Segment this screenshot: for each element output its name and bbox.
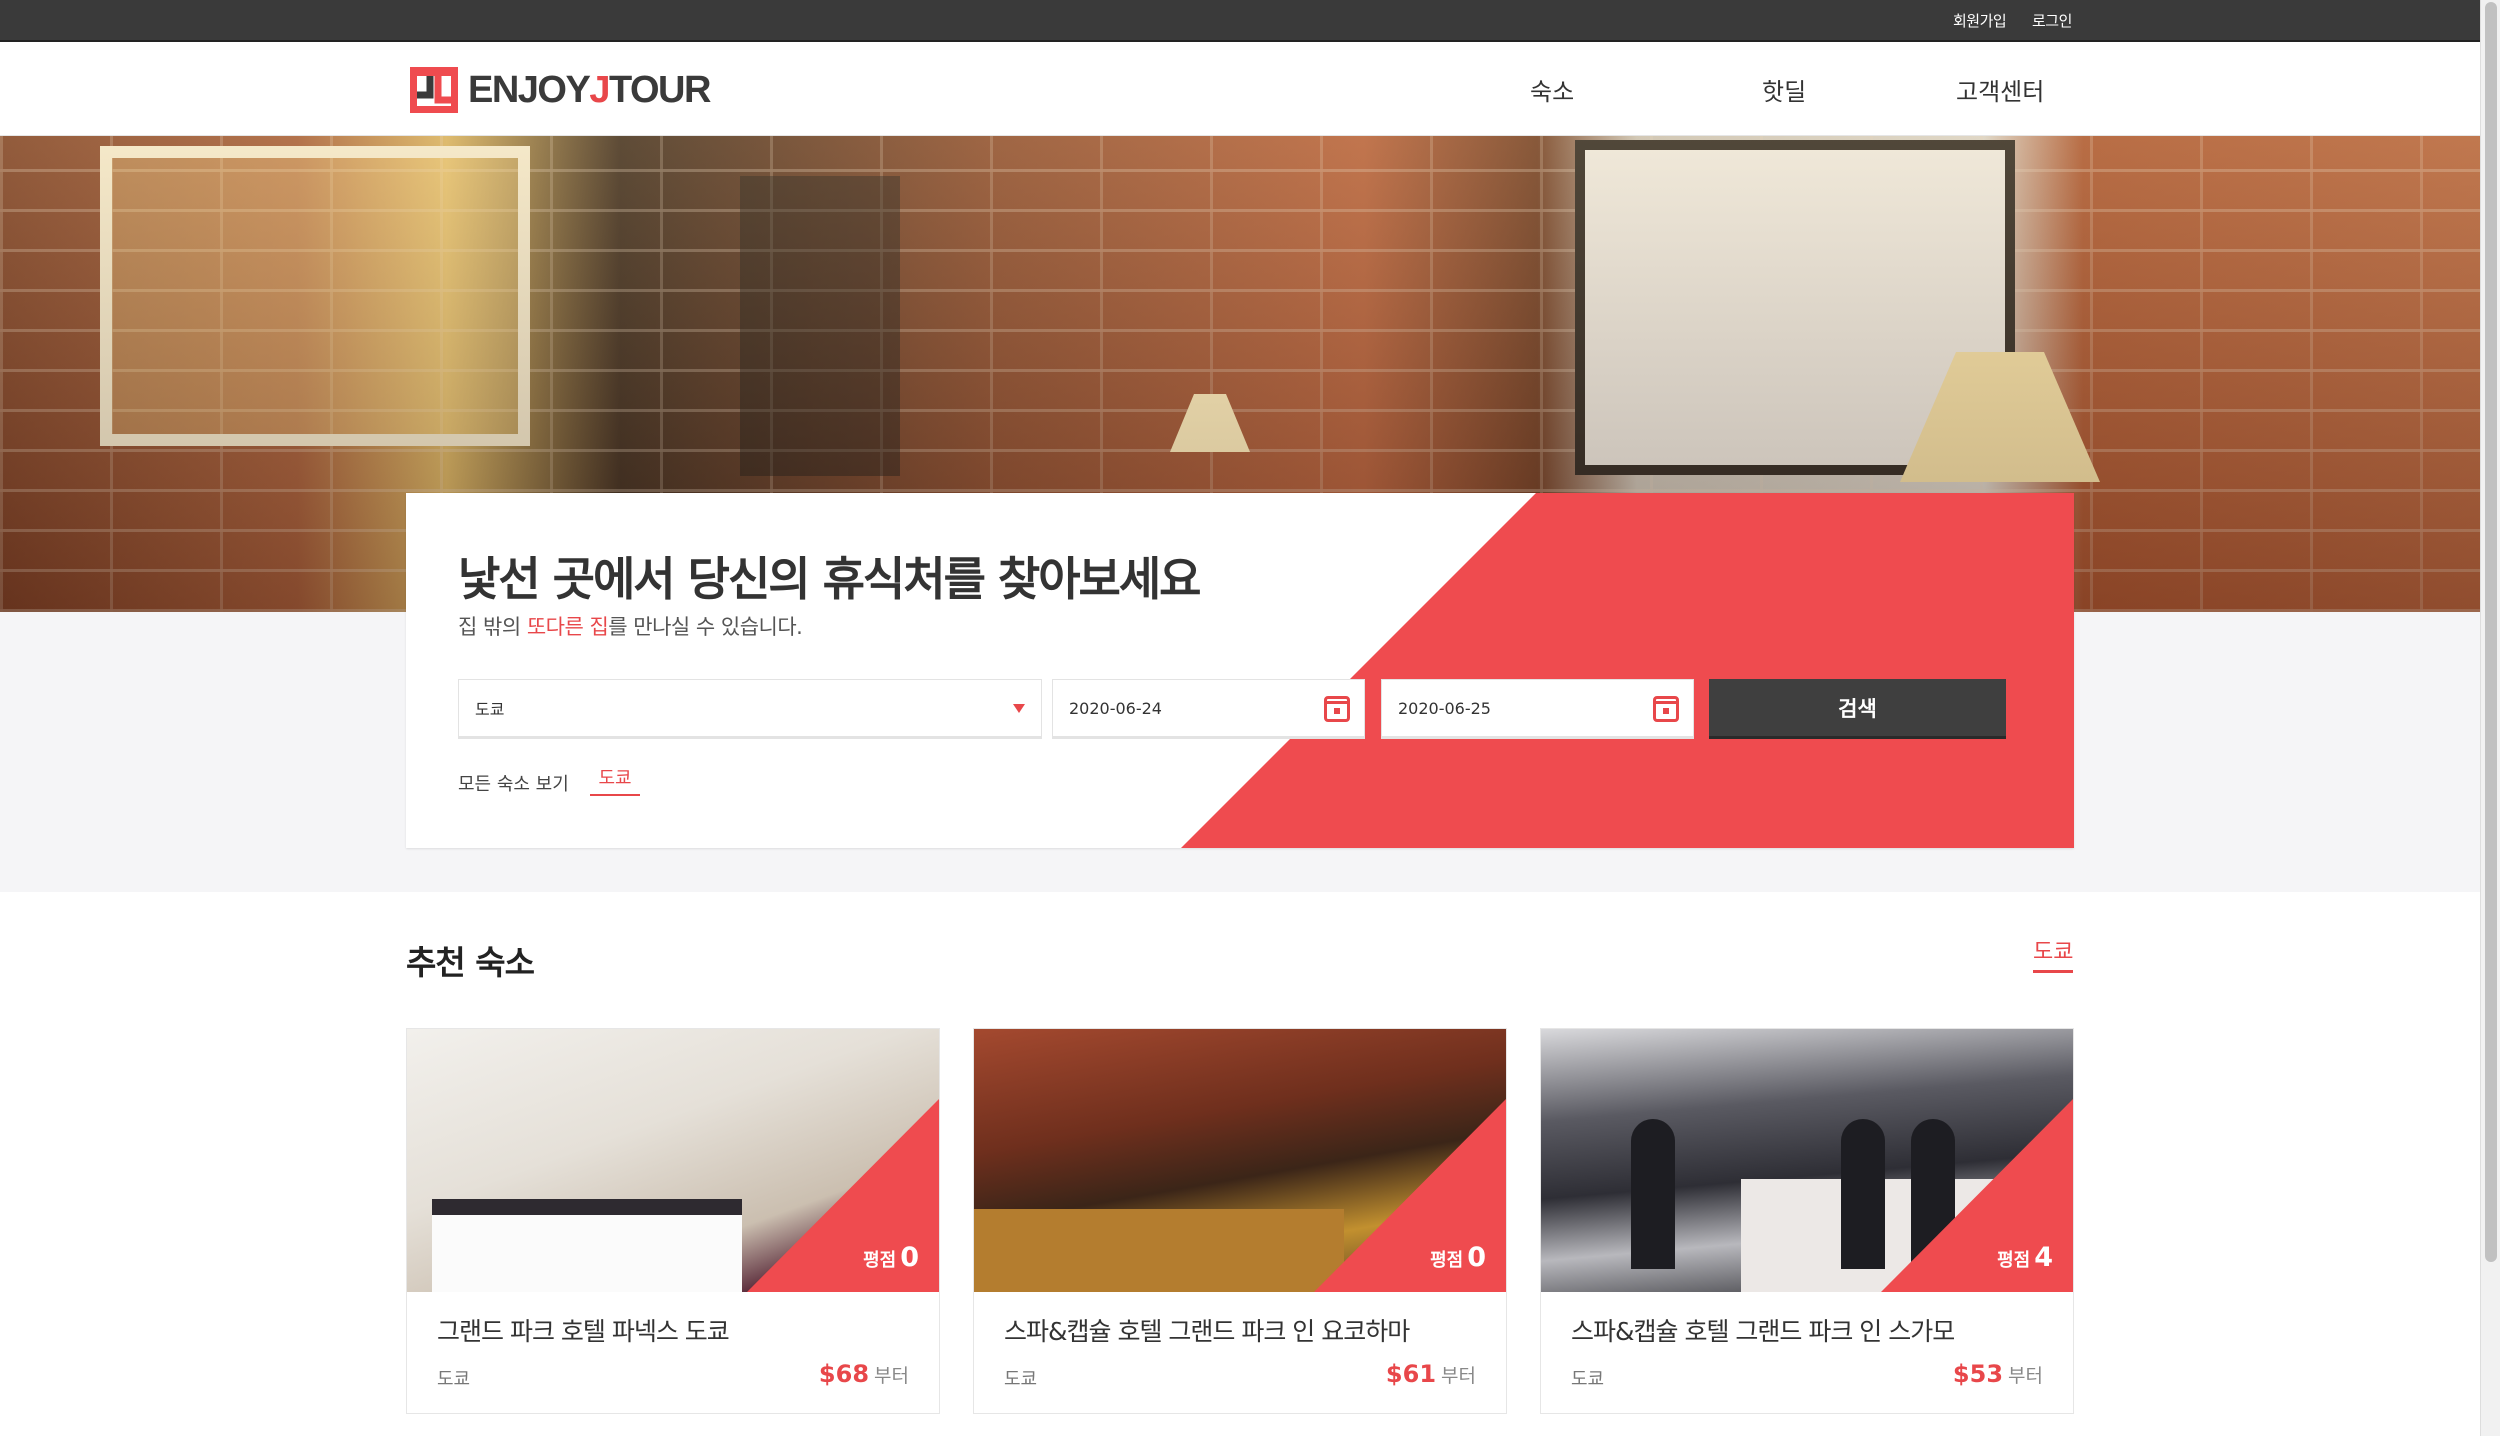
page-scrollbar[interactable]: [2480, 0, 2500, 1436]
search-button[interactable]: 검색: [1709, 679, 2006, 739]
calendar-icon[interactable]: [1653, 696, 1679, 722]
checkin-date-value: 2020-06-24: [1069, 698, 1162, 718]
checkout-date-value: 2020-06-25: [1398, 698, 1491, 718]
all-stays-row: 모든 숙소 보기 도쿄: [458, 768, 640, 796]
hotel-card[interactable]: 평점 4 스파&캡슐 호텔 그랜드 파크 인 스가모 도쿄 $53 부터: [1540, 1028, 2074, 1414]
hotel-price: $68 부터: [818, 1360, 909, 1388]
nav-item-stays[interactable]: 숙소: [1530, 72, 1574, 107]
login-link[interactable]: 로그인: [2032, 10, 2072, 31]
nav-item-hotdeal[interactable]: 핫딜: [1762, 72, 1806, 107]
hotel-card-image: [407, 1029, 939, 1292]
caret-down-icon: [1013, 704, 1025, 713]
recommended-title: 추천 숙소: [406, 943, 535, 982]
hotel-location: 도쿄: [1571, 1369, 1605, 1390]
all-stays-city-link[interactable]: 도쿄: [590, 764, 640, 796]
site-logo[interactable]: ENJOYJTOUR: [410, 67, 711, 113]
nav-item-support[interactable]: 고객센터: [1956, 72, 2044, 107]
recommended-city-link[interactable]: 도쿄: [2033, 934, 2074, 973]
hotel-location: 도쿄: [437, 1369, 471, 1390]
hotel-card[interactable]: 평점 0 그랜드 파크 호텔 파넥스 도쿄 도쿄 $68 부터: [406, 1028, 940, 1414]
hotel-card-image: [974, 1029, 1506, 1292]
hotel-card-image: [1541, 1029, 2073, 1292]
hotel-rating: 평점 0: [863, 1242, 919, 1273]
hotel-name: 스파&캡슐 호텔 그랜드 파크 인 요코하마: [1004, 1317, 1410, 1346]
calendar-icon[interactable]: [1324, 696, 1350, 722]
signup-link[interactable]: 회원가입: [1953, 10, 2007, 31]
city-select-value: 도쿄: [475, 700, 505, 719]
hotel-rating: 평점 0: [1430, 1242, 1486, 1273]
site-header: ENJOYJTOUR 숙소 핫딜 고객센터: [0, 42, 2480, 136]
hotel-name: 스파&캡슐 호텔 그랜드 파크 인 스가모: [1571, 1317, 1955, 1346]
hotel-price: $61 부터: [1385, 1360, 1476, 1388]
logo-mark-icon: [410, 67, 458, 113]
scrollbar-thumb[interactable]: [2485, 2, 2497, 1262]
hero-title: 낯선 곳에서 당신의 휴식처를 찾아보세요: [458, 552, 1201, 606]
hotel-rating: 평점 4: [1997, 1242, 2053, 1273]
city-select[interactable]: 도쿄: [458, 679, 1042, 739]
search-panel: 낯선 곳에서 당신의 휴식처를 찾아보세요 집 밖의 또다른 집를 만나실 수 …: [406, 493, 2074, 848]
checkout-date-field[interactable]: 2020-06-25: [1381, 679, 1694, 739]
hotel-card[interactable]: 평점 0 스파&캡슐 호텔 그랜드 파크 인 요코하마 도쿄 $61 부터: [973, 1028, 1507, 1414]
hotel-location: 도쿄: [1004, 1369, 1038, 1390]
checkin-date-field[interactable]: 2020-06-24: [1052, 679, 1365, 739]
hotel-name: 그랜드 파크 호텔 파넥스 도쿄: [437, 1317, 730, 1346]
logo-text: ENJOYJTOUR: [468, 68, 711, 111]
all-stays-label: 모든 숙소 보기: [458, 774, 569, 795]
hotel-price: $53 부터: [1952, 1360, 2043, 1388]
hero-subtitle: 집 밖의 또다른 집를 만나실 수 있습니다.: [458, 615, 803, 639]
top-utility-bar: 회원가입 로그인: [0, 0, 2480, 42]
